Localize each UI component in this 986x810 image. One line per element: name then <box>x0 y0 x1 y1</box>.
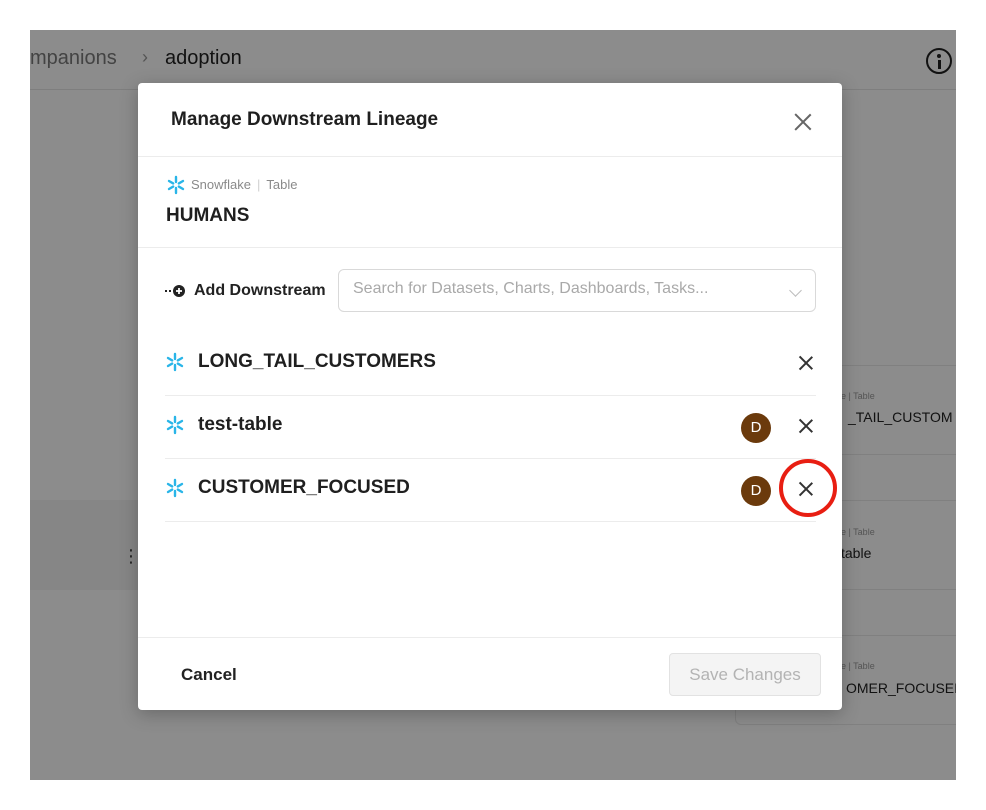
downstream-row: test-table D <box>165 396 816 459</box>
cancel-button[interactable]: Cancel <box>181 665 237 685</box>
divider <box>138 156 842 157</box>
entity-type: Table <box>266 177 298 192</box>
search-input[interactable] <box>353 280 773 298</box>
save-changes-button[interactable]: Save Changes <box>669 653 821 696</box>
entity-meta: Snowflake | Table <box>191 177 298 192</box>
remove-downstream-icon[interactable] <box>798 419 813 433</box>
snowflake-icon <box>166 352 184 372</box>
chevron-down-icon[interactable] <box>789 284 802 297</box>
downstream-name[interactable]: test-table <box>198 414 282 436</box>
modal-title: Manage Downstream Lineage <box>171 109 439 130</box>
downstream-row: LONG_TAIL_CUSTOMERS <box>165 333 816 396</box>
downstream-name[interactable]: LONG_TAIL_CUSTOMERS <box>198 351 436 373</box>
avatar[interactable]: D <box>741 476 771 506</box>
snowflake-icon <box>166 478 184 498</box>
entity-name: HUMANS <box>166 205 250 226</box>
snowflake-icon <box>167 175 185 195</box>
remove-downstream-icon[interactable] <box>798 356 813 370</box>
divider <box>138 247 842 248</box>
divider <box>138 637 842 638</box>
avatar[interactable]: D <box>741 413 771 443</box>
close-icon[interactable] <box>794 113 812 131</box>
add-downstream-label[interactable]: Add Downstream <box>194 282 326 300</box>
downstream-name[interactable]: CUSTOMER_FOCUSED <box>198 477 410 499</box>
entity-platform: Snowflake <box>191 177 251 192</box>
manage-downstream-lineage-modal: Manage Downstream Lineage Snowflake | Tabl… <box>138 83 842 710</box>
highlight-circle <box>779 459 837 517</box>
snowflake-icon <box>166 415 184 435</box>
add-downstream-icon <box>165 285 185 297</box>
downstream-search-select[interactable] <box>338 269 816 312</box>
downstream-row: CUSTOMER_FOCUSED D <box>165 459 816 522</box>
